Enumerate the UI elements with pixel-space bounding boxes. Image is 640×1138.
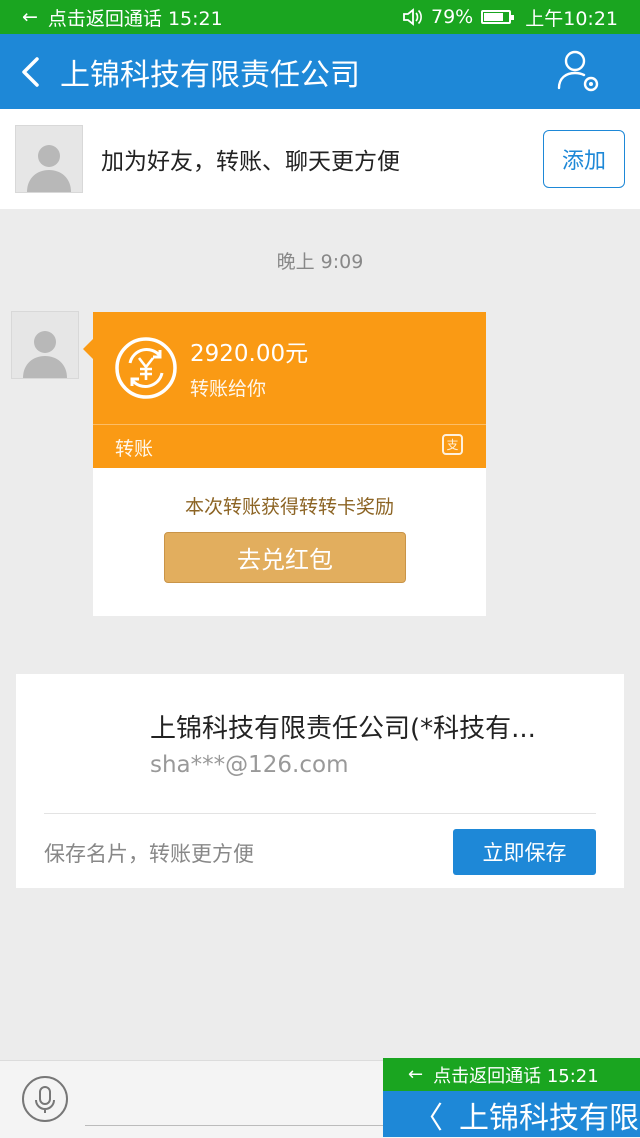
add-friend-text: 加为好友，转账、聊天更方便 bbox=[101, 149, 400, 175]
divider bbox=[44, 813, 596, 814]
voice-input-icon[interactable] bbox=[21, 1075, 69, 1123]
page-title: 上锦科技有限责任公司 bbox=[60, 57, 360, 93]
transfer-yuan-icon bbox=[115, 337, 177, 399]
profile-settings-icon[interactable] bbox=[556, 48, 602, 94]
message-input[interactable] bbox=[85, 1125, 385, 1126]
sender-avatar[interactable] bbox=[11, 311, 79, 379]
status-bar: ← 点击返回通话 15:21 79% 上午10:21 bbox=[0, 0, 640, 34]
header-bar: 上锦科技有限责任公司 bbox=[0, 34, 640, 109]
contact-email: sha***@126.com bbox=[150, 752, 349, 778]
transfer-subtitle: 转账给你 bbox=[190, 378, 267, 400]
chevron-left-icon bbox=[22, 56, 39, 87]
contact-card[interactable]: 上锦科技有限责任公司(*科技有... sha***@126.com 保存名片，转… bbox=[16, 674, 624, 888]
transfer-card[interactable]: 2920.00元 转账给你 转账 支 本次转账获得转转卡奖励 去兑红包 bbox=[83, 312, 486, 616]
battery-icon bbox=[481, 10, 515, 24]
alipay-logo-icon: 支 bbox=[442, 434, 463, 455]
save-now-button[interactable]: 立即保存 bbox=[453, 829, 596, 875]
overlay-call-text: 点击返回通话 15:21 bbox=[433, 1065, 599, 1087]
contact-name: 上锦科技有限责任公司(*科技有... bbox=[150, 714, 536, 744]
overlay-title: 上锦科技有限 bbox=[459, 1101, 639, 1136]
battery-percent: 79% bbox=[431, 6, 474, 28]
arrow-left-icon: ← bbox=[22, 6, 38, 28]
arrow-left-icon: ← bbox=[408, 1064, 424, 1085]
reward-text: 本次转账获得转转卡奖励 bbox=[184, 496, 394, 518]
redeem-red-packet-button[interactable]: 去兑红包 bbox=[164, 532, 406, 583]
divider bbox=[93, 424, 486, 425]
clock: 上午10:21 bbox=[525, 7, 618, 30]
floating-call-window[interactable]: ← 点击返回通话 15:21 〈 上锦科技有限 bbox=[383, 1058, 640, 1137]
person-silhouette-icon bbox=[27, 145, 71, 192]
overlay-header: 〈 上锦科技有限 bbox=[383, 1091, 640, 1137]
return-to-call[interactable]: ← 点击返回通话 15:21 bbox=[0, 4, 223, 31]
chevron-left-icon: 〈 bbox=[413, 1101, 443, 1136]
back-button[interactable] bbox=[0, 34, 60, 109]
add-friend-button[interactable]: 添加 bbox=[543, 130, 625, 188]
save-card-tip: 保存名片，转账更方便 bbox=[44, 842, 254, 866]
speaker-icon bbox=[403, 8, 422, 26]
person-silhouette-icon bbox=[23, 331, 67, 378]
call-return-text: 点击返回通话 15:21 bbox=[47, 7, 223, 30]
transfer-card-header[interactable]: 2920.00元 转账给你 转账 支 bbox=[83, 312, 486, 468]
overlay-call-bar: ← 点击返回通话 15:21 bbox=[383, 1058, 640, 1091]
transfer-amount: 2920.00元 bbox=[190, 341, 309, 367]
add-friend-bar: 加为好友，转账、聊天更方便 添加 bbox=[0, 109, 640, 209]
message-timestamp: 晚上 9:09 bbox=[276, 251, 364, 273]
avatar[interactable] bbox=[15, 125, 83, 193]
transfer-type-label: 转账 bbox=[115, 438, 154, 460]
